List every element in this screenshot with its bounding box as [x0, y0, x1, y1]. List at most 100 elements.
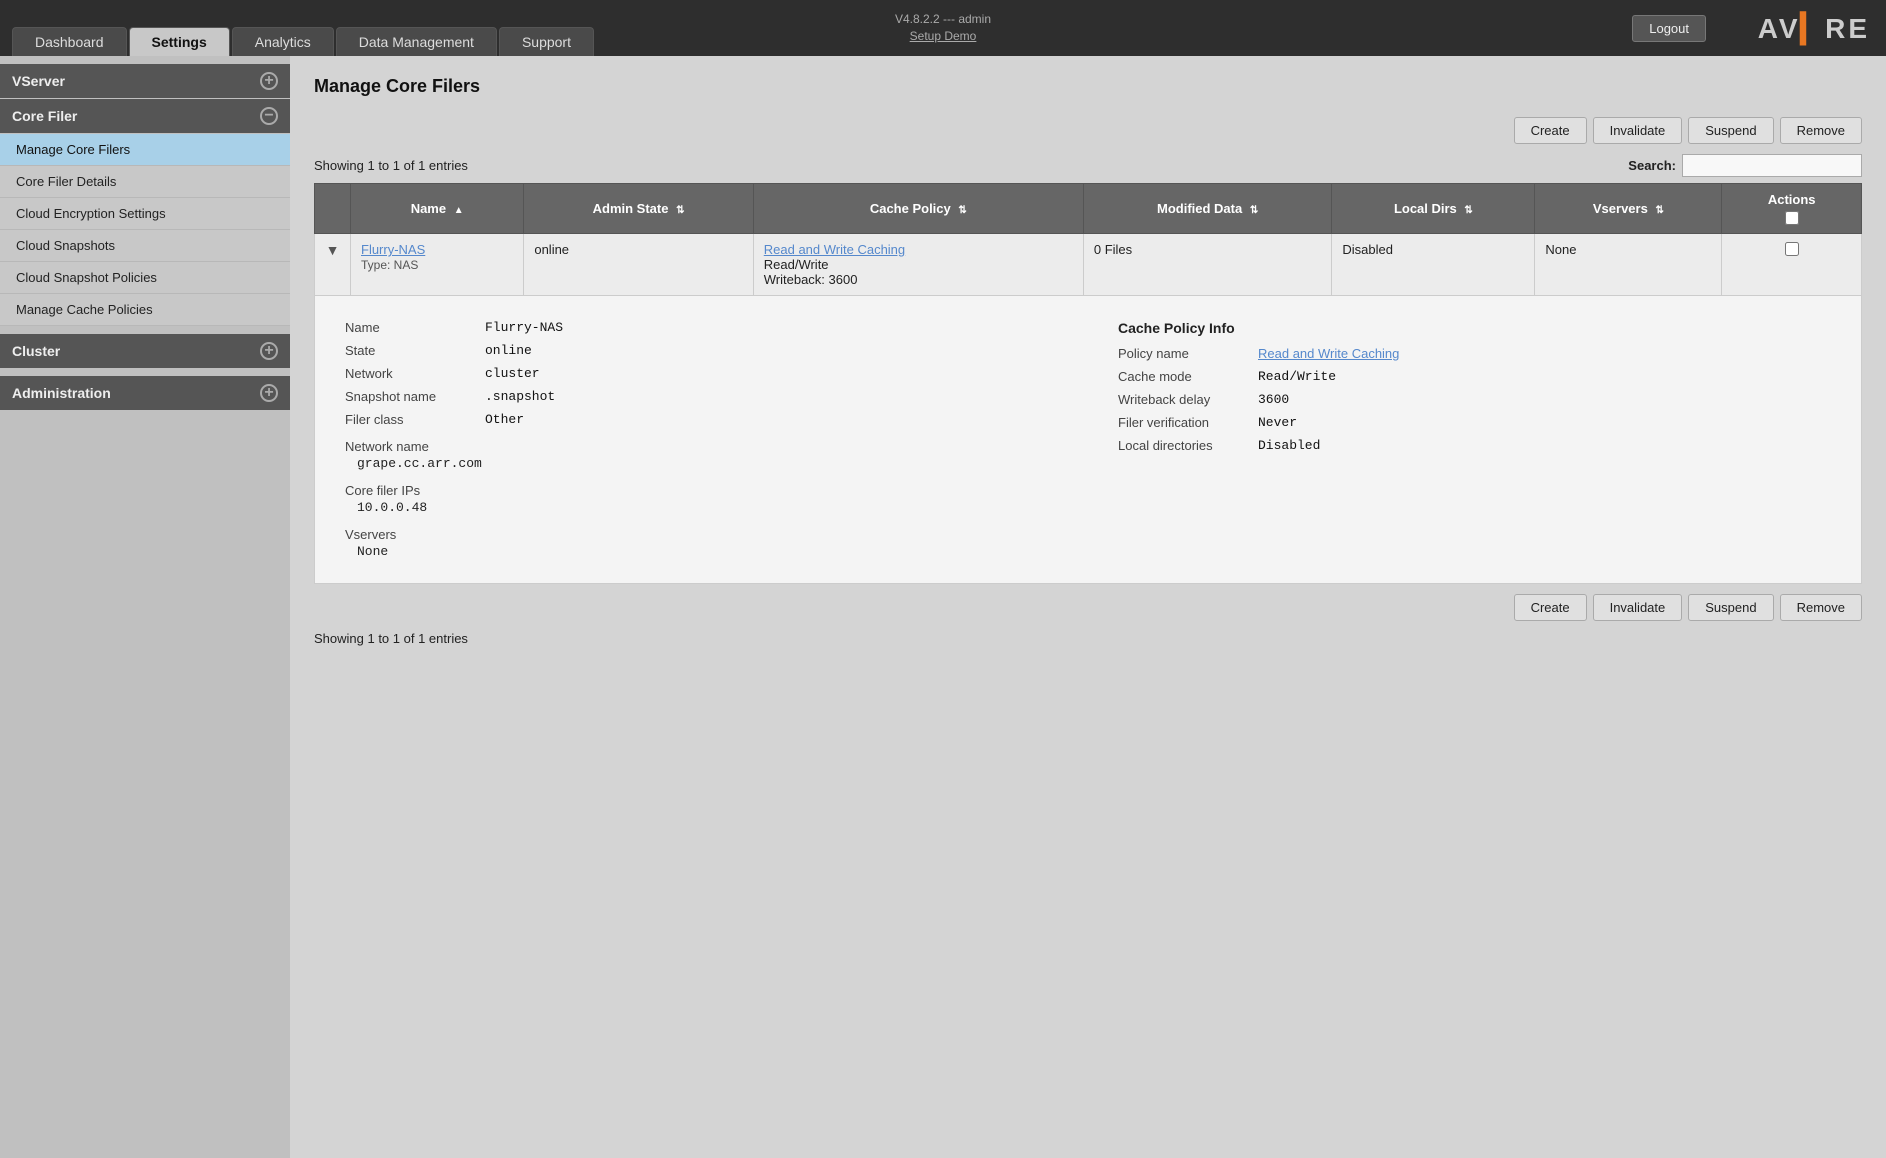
detail-network-section: Network name grape.cc.arr.com	[345, 439, 1058, 471]
tab-dashboard[interactable]: Dashboard	[12, 27, 127, 56]
cache-policy-link[interactable]: Read and Write Caching	[764, 242, 905, 257]
admin-state-cell: online	[524, 234, 753, 296]
sidebar-item-manage-cache-policies[interactable]: Manage Cache Policies	[0, 294, 290, 326]
filer-verification-value: Never	[1258, 415, 1297, 430]
local-directories-value: Disabled	[1258, 438, 1320, 453]
name-cell: Flurry-NAS Type: NAS	[351, 234, 524, 296]
detail-state-field: State online	[345, 343, 1058, 358]
detail-row: Name Flurry-NAS State online Network	[315, 296, 1862, 584]
expand-cell[interactable]: ▼	[315, 234, 351, 296]
logout-button[interactable]: Logout	[1632, 15, 1706, 42]
local-dirs-cell: Disabled	[1332, 234, 1535, 296]
bottom-action-bar: Create Invalidate Suspend Remove	[314, 594, 1862, 621]
main-content: Manage Core Filers Create Invalidate Sus…	[290, 56, 1886, 1158]
col-name[interactable]: Name ▲	[351, 184, 524, 234]
detail-network-field: Network cluster	[345, 366, 1058, 381]
sidebar-section-cluster[interactable]: Cluster +	[0, 334, 290, 368]
cluster-expand-icon: +	[260, 342, 278, 360]
tab-data-management[interactable]: Data Management	[336, 27, 497, 56]
sidebar-section-core-filer[interactable]: Core Filer −	[0, 99, 290, 133]
sidebar-item-cloud-encryption-settings[interactable]: Cloud Encryption Settings	[0, 198, 290, 230]
sidebar-item-manage-core-filers[interactable]: Manage Core Filers	[0, 134, 290, 166]
name-sort-icon: ▲	[454, 205, 464, 216]
search-area: Search:	[1628, 154, 1862, 177]
admin-state-value: online	[534, 242, 569, 257]
detail-vservers-value: None	[357, 544, 1058, 559]
col-modified-data[interactable]: Modified Data ⇅	[1083, 184, 1332, 234]
row-checkbox[interactable]	[1785, 242, 1799, 256]
detail-ips-section: Core filer IPs 10.0.0.48	[345, 483, 1058, 515]
sidebar-section-vserver[interactable]: VServer +	[0, 64, 290, 98]
filer-verification-field: Filer verification Never	[1118, 415, 1831, 430]
detail-filer-class-field: Filer class Other	[345, 412, 1058, 427]
table-info-row-bottom: Showing 1 to 1 of 1 entries	[314, 631, 1862, 646]
cache-mode-value: Read/Write	[1258, 369, 1336, 384]
invalidate-button-bottom[interactable]: Invalidate	[1593, 594, 1683, 621]
modified-data-cell: 0 Files	[1083, 234, 1332, 296]
col-cache-policy[interactable]: Cache Policy ⇅	[753, 184, 1083, 234]
cache-policy-detail-link[interactable]: Read and Write Caching	[1258, 346, 1399, 361]
cache-policy-section-title: Cache Policy Info	[1118, 320, 1831, 336]
actions-select-all-checkbox[interactable]	[1785, 211, 1799, 225]
cache-policy-writeback: Writeback: 3600	[764, 272, 858, 287]
col-local-dirs[interactable]: Local Dirs ⇅	[1332, 184, 1535, 234]
detail-snapshot-field: Snapshot name .snapshot	[345, 389, 1058, 404]
filer-name-link[interactable]: Flurry-NAS	[361, 242, 425, 257]
tab-settings[interactable]: Settings	[129, 27, 230, 56]
nav-tabs: Dashboard Settings Analytics Data Manage…	[12, 0, 594, 56]
detail-filer-class-value: Other	[485, 412, 524, 427]
tab-support[interactable]: Support	[499, 27, 594, 56]
tab-analytics[interactable]: Analytics	[232, 27, 334, 56]
sidebar-item-cloud-snapshots[interactable]: Cloud Snapshots	[0, 230, 290, 262]
writeback-delay-field: Writeback delay 3600	[1118, 392, 1831, 407]
local-dirs-value: Disabled	[1342, 242, 1393, 257]
actions-cell	[1722, 234, 1862, 296]
entries-info-top: Showing 1 to 1 of 1 entries	[314, 158, 468, 173]
top-action-bar: Create Invalidate Suspend Remove	[314, 117, 1862, 144]
detail-network-value: cluster	[485, 366, 540, 381]
suspend-button-top[interactable]: Suspend	[1688, 117, 1773, 144]
detail-panel: Name Flurry-NAS State online Network	[325, 304, 1851, 575]
vserver-expand-icon: +	[260, 72, 278, 90]
cache-policy-name-field: Policy name Read and Write Caching	[1118, 346, 1831, 361]
core-filers-table: Name ▲ Admin State ⇅ Cache Policy ⇅ Modi…	[314, 183, 1862, 584]
sidebar-section-administration[interactable]: Administration +	[0, 376, 290, 410]
table-row: ▼ Flurry-NAS Type: NAS online Read and W…	[315, 234, 1862, 296]
detail-network-name-value: grape.cc.arr.com	[357, 456, 1058, 471]
remove-button-bottom[interactable]: Remove	[1780, 594, 1862, 621]
table-header-row: Name ▲ Admin State ⇅ Cache Policy ⇅ Modi…	[315, 184, 1862, 234]
detail-snapshot-value: .snapshot	[485, 389, 555, 404]
detail-columns: Name Flurry-NAS State online Network	[345, 320, 1831, 559]
expand-arrow-icon[interactable]: ▼	[326, 242, 340, 258]
cache-policy-cell: Read and Write Caching Read/Write Writeb…	[753, 234, 1083, 296]
sidebar-item-core-filer-details[interactable]: Core Filer Details	[0, 166, 290, 198]
search-input[interactable]	[1682, 154, 1862, 177]
admin-state-sort-icon: ⇅	[676, 205, 684, 216]
cache-policy-mode: Read/Write	[764, 257, 829, 272]
modified-data-sort-icon: ⇅	[1250, 205, 1258, 216]
detail-vservers-section: Vservers None	[345, 527, 1058, 559]
modified-data-value: 0 Files	[1094, 242, 1132, 257]
sidebar-item-cloud-snapshot-policies[interactable]: Cloud Snapshot Policies	[0, 262, 290, 294]
create-button-bottom[interactable]: Create	[1514, 594, 1587, 621]
administration-expand-icon: +	[260, 384, 278, 402]
search-label: Search:	[1628, 158, 1676, 173]
page-title: Manage Core Filers	[314, 76, 1862, 97]
local-directories-field: Local directories Disabled	[1118, 438, 1831, 453]
col-vservers[interactable]: Vservers ⇅	[1535, 184, 1722, 234]
suspend-button-bottom[interactable]: Suspend	[1688, 594, 1773, 621]
col-expand	[315, 184, 351, 234]
detail-state-value: online	[485, 343, 532, 358]
vservers-sort-icon: ⇅	[1655, 205, 1663, 216]
detail-cell: Name Flurry-NAS State online Network	[315, 296, 1862, 584]
remove-button-top[interactable]: Remove	[1780, 117, 1862, 144]
invalidate-button-top[interactable]: Invalidate	[1593, 117, 1683, 144]
vservers-cell: None	[1535, 234, 1722, 296]
col-admin-state[interactable]: Admin State ⇅	[524, 184, 753, 234]
detail-col-left: Name Flurry-NAS State online Network	[345, 320, 1058, 559]
detail-ips-value: 10.0.0.48	[357, 500, 1058, 515]
version-info: V4.8.2.2 --- admin Setup Demo	[895, 11, 991, 45]
detail-name-value: Flurry-NAS	[485, 320, 563, 335]
create-button-top[interactable]: Create	[1514, 117, 1587, 144]
layout: VServer + Core Filer − Manage Core Filer…	[0, 56, 1886, 1158]
